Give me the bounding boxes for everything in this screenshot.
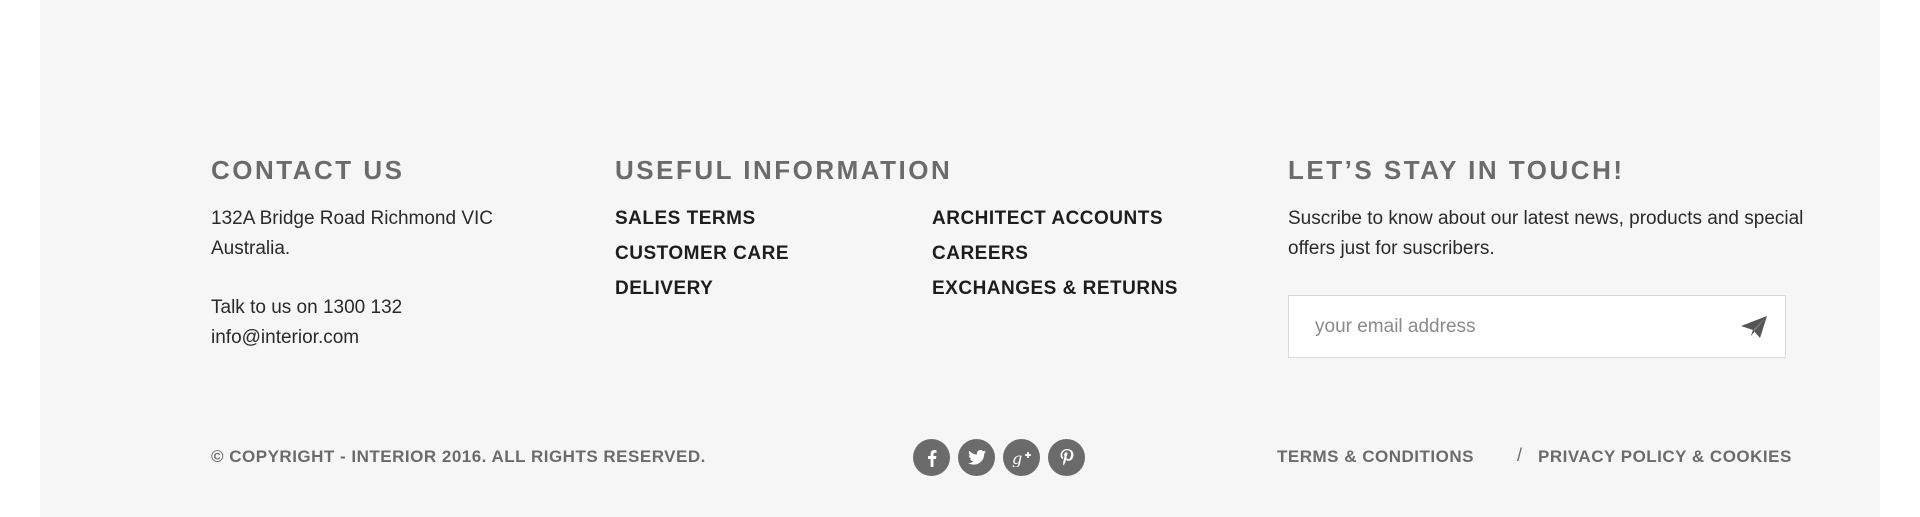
link-sales-terms[interactable]: SALES TERMS — [615, 204, 756, 234]
link-delivery[interactable]: DELIVERY — [615, 274, 713, 304]
svg-text:g: g — [1012, 449, 1022, 467]
pinterest-link[interactable] — [1048, 439, 1085, 476]
newsletter-description: Suscribe to know about our latest news, … — [1288, 208, 1804, 259]
subscribe-form — [1288, 295, 1786, 358]
copyright-text: © COPYRIGHT - INTERIOR 2016. ALL RIGHTS … — [211, 447, 706, 466]
google-plus-icon: g — [1012, 449, 1031, 467]
link-careers[interactable]: CAREERS — [932, 239, 1028, 269]
legal-separator: / — [1517, 445, 1523, 465]
address-line-2: Australia. — [211, 238, 291, 259]
newsletter-heading: LET’S STAY IN TOUCH! — [1288, 155, 1625, 185]
site-footer: CONTACT US 132A Bridge Road Richmond VIC… — [40, 0, 1880, 517]
subscribe-send-button[interactable] — [1737, 310, 1771, 344]
facebook-icon — [927, 449, 936, 467]
terms-link[interactable]: TERMS & CONDITIONS — [1277, 447, 1474, 467]
paper-plane-icon — [1741, 316, 1767, 338]
address-line-1: 132A Bridge Road Richmond VIC — [211, 208, 493, 229]
phone-line: Talk to us on 1300 132 — [211, 297, 403, 318]
privacy-link[interactable]: PRIVACY POLICY & COOKIES — [1538, 447, 1792, 467]
google-plus-link[interactable]: g — [1003, 439, 1040, 476]
link-customer-care[interactable]: CUSTOMER CARE — [615, 239, 789, 269]
twitter-link[interactable] — [958, 439, 995, 476]
contact-heading: CONTACT US — [211, 155, 405, 185]
facebook-link[interactable] — [913, 439, 950, 476]
email-subscribe-input[interactable] — [1289, 296, 1709, 357]
email-link[interactable]: info@interior.com — [211, 323, 359, 353]
twitter-icon — [967, 450, 986, 465]
link-exchanges-returns[interactable]: EXCHANGES & RETURNS — [932, 274, 1178, 304]
pinterest-icon — [1060, 448, 1073, 465]
useful-info-heading: USEFUL INFORMATION — [615, 155, 953, 185]
link-architect-accounts[interactable]: ARCHITECT ACCOUNTS — [932, 204, 1163, 234]
